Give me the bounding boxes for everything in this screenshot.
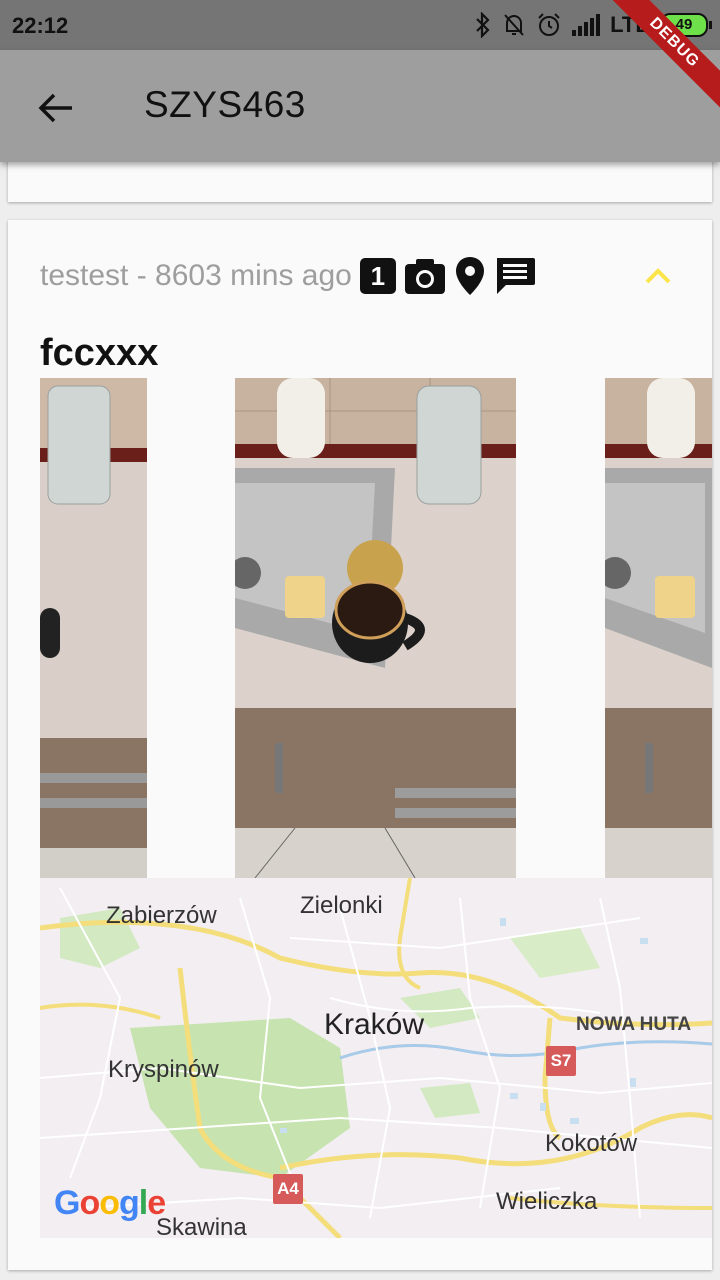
page-title: SZYS463 [144,84,306,125]
status-time: 22:12 [12,13,69,38]
camera-icon [404,259,445,294]
signal-icon [572,14,601,36]
photo-thumbnail[interactable] [40,378,147,878]
map-label-nowa-huta: NOWA HUTA [576,1014,692,1035]
location-map[interactable]: Zabierzów Zielonki Kraków NOWA HUTA Krys… [40,878,712,1238]
photo-strip[interactable] [40,378,712,878]
map-label-wieliczka: Wieliczka [496,1188,598,1215]
map-label-kryspinow: Kryspinów [108,1056,219,1083]
photo-count-badge: 1 [359,258,396,294]
google-logo-text: Google [54,1184,165,1222]
notifications-off-icon [504,14,524,36]
entry-meta: testest - 8603 mins ago [40,259,352,292]
bluetooth-icon [476,12,490,38]
road-shield-a4: A4 [273,1174,303,1204]
alarm-icon [538,13,560,36]
status-bar: 22:12 LTE 49 [0,0,720,50]
collapse-chevron-icon[interactable] [644,262,672,290]
google-logo: Google [54,1184,166,1222]
entry-name: fccxxx [40,332,159,374]
back-arrow-icon[interactable] [36,88,76,128]
app-bar: SZYS463 [0,50,720,162]
entry-card: testest - 8603 mins ago 1 fccxxx Zabierz… [8,220,712,1270]
photo-thumbnail[interactable] [605,378,712,878]
map-label-kokotow: Kokotów [545,1130,638,1157]
photo-thumbnail[interactable] [235,378,516,878]
map-label-zielonki: Zielonki [300,892,383,919]
comment-icon [496,258,535,294]
location-pin-icon [455,257,484,295]
card-header: testest - 8603 mins ago 1 [40,256,536,296]
map-label-krakow: Kraków [324,1008,425,1041]
map-label-skawina: Skawina [156,1214,247,1238]
road-shield-s7: S7 [546,1046,576,1076]
map-label-zabierzow: Zabierzów [106,902,217,929]
